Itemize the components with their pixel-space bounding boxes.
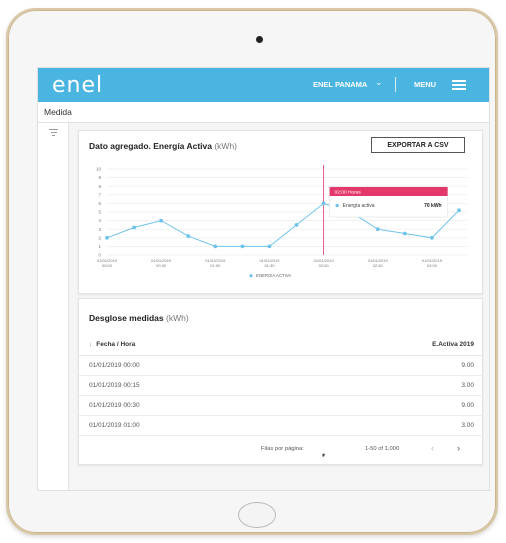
y-tick-label: 1: [98, 244, 101, 249]
chart-card-title-text: Dato agregado. Energía Activa: [89, 141, 212, 151]
pagination-range: 1-50 of 1,000: [365, 446, 400, 452]
y-tick-label: 0: [98, 253, 101, 258]
y-tick-label: 3: [98, 227, 101, 232]
table-card: Desglose medidas (kWh) ↓ Fecha / Hora E.A…: [78, 298, 483, 465]
sort-arrow-down-icon[interactable]: ↓: [89, 341, 92, 348]
y-tick-label: 8: [98, 184, 101, 189]
top-navigation-bar: enel ENEL PANAMA ⌄ MENU: [38, 68, 489, 102]
x-tick-label: 00:30: [156, 263, 167, 268]
data-point[interactable]: [213, 244, 218, 249]
row-value: 3.00: [461, 422, 474, 429]
tooltip-header: 02:00 Horas: [335, 189, 362, 195]
data-point[interactable]: [457, 208, 461, 213]
data-point[interactable]: [159, 218, 164, 223]
data-point[interactable]: [375, 227, 380, 232]
tooltip-label: Energía activa: [343, 203, 375, 209]
table-card-title-unit: (kWh): [166, 313, 189, 323]
chart-card: Dato agregado. Energía Activa (kWh) EXPO…: [78, 130, 483, 294]
x-tick-label: 02:30: [373, 263, 384, 268]
sidebar: [38, 123, 69, 490]
export-csv-button[interactable]: EXPORTAR A CSV: [371, 137, 465, 153]
y-tick-label: 7: [98, 192, 101, 197]
page-title: Medida: [44, 107, 72, 117]
prev-page-icon[interactable]: ‹: [431, 443, 434, 453]
row-date: 01/01/2019 00:15: [89, 382, 140, 389]
next-page-icon[interactable]: ›: [457, 443, 460, 453]
x-tick-label: 01:30: [264, 263, 275, 268]
y-tick-label: 5: [98, 210, 101, 215]
x-tick-label: 02:00: [319, 263, 330, 268]
data-point[interactable]: [294, 223, 299, 227]
tooltip-value: 70 kWh: [424, 203, 442, 209]
y-tick-label: 9: [98, 175, 101, 180]
caret-down-icon[interactable]: ▾: [322, 453, 325, 459]
data-point[interactable]: [402, 231, 407, 236]
legend-label: ENERGÍA ACTIVA: [256, 273, 291, 278]
y-tick-label: 6: [98, 201, 101, 206]
data-point[interactable]: [105, 235, 109, 240]
y-tick-label: 2: [98, 235, 101, 240]
y-tick-label: 4: [98, 218, 101, 223]
menu-button[interactable]: MENU: [414, 80, 436, 89]
data-point[interactable]: [186, 234, 191, 238]
pagination-bar: Filas por página: # ▾ 1-50 of 1,000 ‹ ›: [79, 439, 482, 461]
row-value: 3.00: [461, 382, 474, 389]
app-screen: enel ENEL PANAMA ⌄ MENU Medida Dato agre…: [37, 67, 490, 491]
table-row[interactable]: 01/01/2019 01:00 3.00: [79, 416, 482, 436]
chart-card-title: Dato agregado. Energía Activa (kWh): [89, 141, 237, 151]
energy-line-chart: 01234567891001/01/201900:0001/01/201900:…: [96, 165, 467, 278]
rows-per-page-label: Filas por página:: [261, 446, 304, 452]
sort-column-date[interactable]: ↓ Fecha / Hora: [89, 341, 135, 348]
row-date: 01/01/2019 00:00: [89, 362, 140, 369]
column-header-date: Fecha / Hora: [96, 341, 136, 348]
column-header-value[interactable]: E.Activa 2019: [432, 341, 474, 348]
x-tick-label: 01:00: [210, 263, 221, 268]
filter-icon[interactable]: [49, 129, 58, 138]
table-card-title-text: Desglose medidas: [89, 313, 164, 323]
row-value: 9.00: [461, 362, 474, 369]
legend-marker: [249, 274, 253, 278]
table-row[interactable]: 01/01/2019 00:30 9.00: [79, 396, 482, 416]
table-row[interactable]: 01/01/2019 00:00 9.00: [79, 356, 482, 376]
x-tick-label: 03:00: [427, 263, 438, 268]
data-point[interactable]: [430, 235, 434, 240]
home-button[interactable]: [238, 502, 276, 528]
data-point[interactable]: [240, 244, 245, 249]
hamburger-menu-icon[interactable]: [452, 80, 466, 90]
breadcrumb: Medida: [38, 102, 489, 123]
table-row[interactable]: 01/01/2019 00:15 3.00: [79, 376, 482, 396]
x-tick-label: 00:00: [102, 263, 113, 268]
data-point[interactable]: [132, 225, 136, 230]
row-date: 01/01/2019 00:30: [89, 402, 140, 409]
enel-logo[interactable]: enel: [52, 73, 103, 98]
table-header: ↓ Fecha / Hora E.Activa 2019: [79, 335, 482, 356]
chevron-down-icon[interactable]: ⌄: [375, 77, 383, 88]
camera-dot: [256, 36, 263, 43]
row-value: 9.00: [461, 402, 474, 409]
chart-card-title-unit: (kWh): [214, 141, 238, 151]
data-point[interactable]: [267, 244, 272, 249]
tooltip-marker: [335, 204, 339, 207]
y-tick-label: 10: [96, 167, 102, 172]
data-point[interactable]: [321, 201, 326, 206]
table-card-title: Desglose medidas (kWh): [89, 313, 189, 323]
row-date: 01/01/2019 01:00: [89, 422, 140, 429]
region-selector[interactable]: ENEL PANAMA: [313, 80, 367, 89]
nav-divider: [395, 77, 396, 92]
